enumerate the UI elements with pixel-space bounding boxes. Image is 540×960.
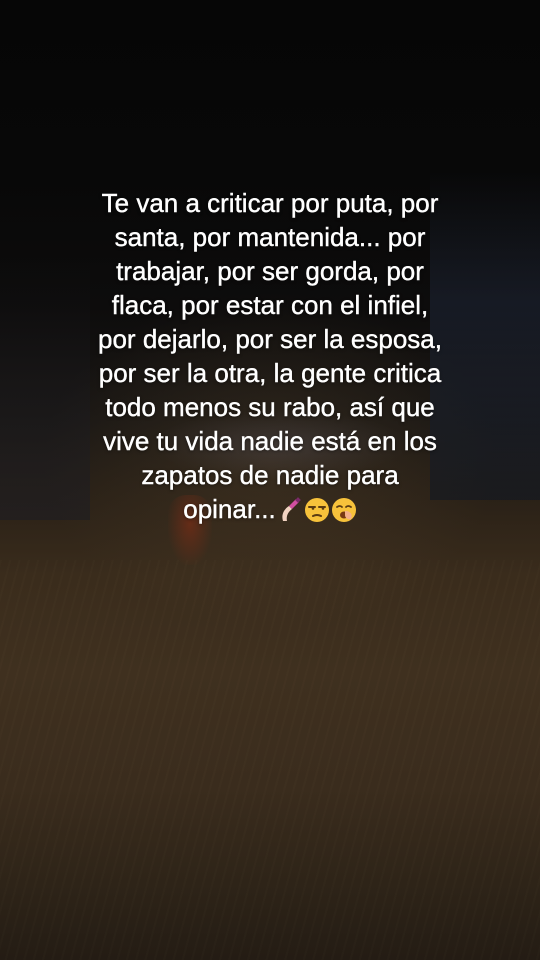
video-frame: Te van a criticar por puta, por santa, p… — [0, 0, 540, 960]
road-surface — [0, 560, 540, 960]
nail-polish-icon — [282, 497, 301, 521]
overlay-caption: Te van a criticar por puta, por santa, p… — [40, 186, 500, 526]
unamused-face-icon — [304, 498, 329, 522]
caption-text: Te van a criticar por puta, por santa, p… — [98, 188, 442, 524]
yawning-face-icon — [331, 498, 356, 522]
